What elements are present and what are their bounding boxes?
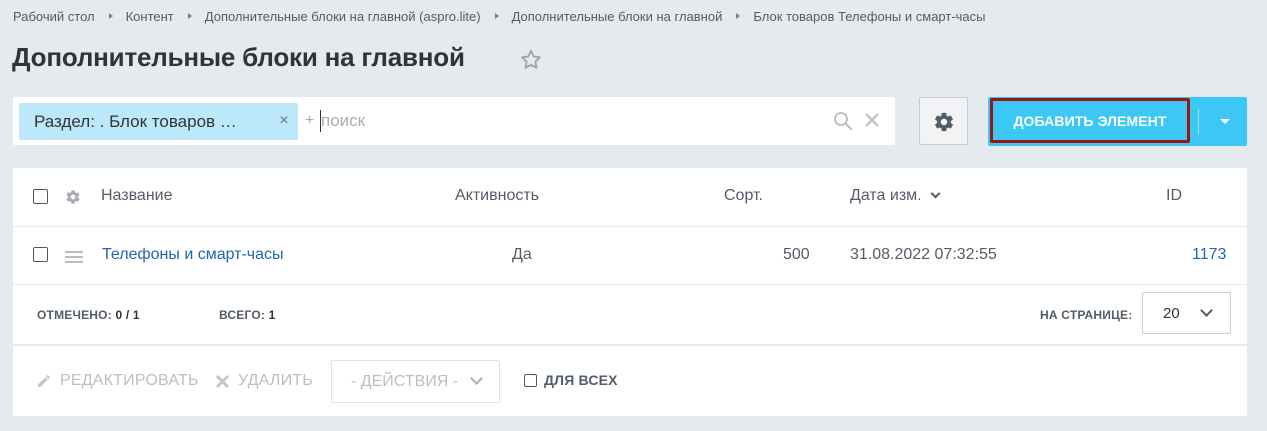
column-header-name[interactable]: Название (101, 187, 173, 205)
row-checkbox[interactable] (33, 247, 48, 262)
elements-grid: Название Активность Сорт. Дата изм. ID Т… (13, 168, 1247, 416)
add-element-menu-button[interactable] (1210, 98, 1247, 144)
column-header-active[interactable]: Активность (455, 187, 539, 205)
selected-counter: ОТМЕЧЕНО: 0 / 1 (37, 308, 140, 322)
drag-handle-icon[interactable] (65, 250, 83, 263)
chevron-down-icon (470, 372, 483, 385)
total-counter: ВСЕГО: 1 (219, 308, 275, 322)
sort-chevron-down-icon (930, 188, 941, 199)
add-filter-plus[interactable]: + (305, 112, 314, 130)
grid-header-row: Название Активность Сорт. Дата изм. ID (13, 168, 1247, 227)
select-all-checkbox[interactable] (33, 189, 48, 204)
breadcrumb-separator-icon (187, 13, 192, 19)
row-id-link[interactable]: 1173 (1192, 246, 1226, 264)
selected-counter-label: ОТМЕЧЕНО: (37, 308, 112, 322)
filter-search-bar[interactable]: Раздел: . Блок товаров … × + (13, 97, 895, 145)
search-input[interactable] (321, 109, 801, 133)
breadcrumb-item-iblock-type[interactable]: Дополнительные блоки на главной (aspro.l… (205, 9, 481, 24)
breadcrumb-item-iblock[interactable]: Дополнительные блоки на главной (512, 9, 723, 24)
edit-button-label: РЕДАКТИРОВАТЬ (60, 372, 199, 389)
selected-counter-value: 0 / 1 (115, 308, 140, 322)
row-name-link[interactable]: Телефоны и смарт-часы (102, 246, 284, 264)
group-actions-placeholder: - ДЕЙСТВИЯ - (351, 373, 459, 390)
breadcrumb: Рабочий стол Контент Дополнительные блок… (13, 7, 986, 25)
edit-button[interactable]: РЕДАКТИРОВАТЬ (36, 372, 199, 390)
breadcrumb-item-desktop[interactable]: Рабочий стол (13, 9, 95, 24)
breadcrumb-separator-icon (108, 13, 113, 19)
column-header-date-label: Дата изм. (850, 187, 922, 204)
breadcrumb-item-section[interactable]: Блок товаров Телефоны и смарт-часы (753, 9, 985, 24)
search-icon[interactable] (833, 111, 853, 131)
breadcrumb-item-content[interactable]: Контент (126, 9, 174, 24)
delete-button-label: УДАЛИТЬ (238, 372, 313, 389)
star-icon[interactable] (519, 48, 543, 72)
page-size-value: 20 (1163, 305, 1180, 322)
settings-button[interactable] (919, 97, 968, 145)
column-settings-gear-icon[interactable] (65, 189, 81, 205)
group-actions-select[interactable]: - ДЕЙСТВИЯ - (331, 360, 500, 403)
filter-chip-section[interactable]: Раздел: . Блок товаров … × (19, 103, 298, 140)
page-size-select[interactable]: 20 (1142, 292, 1231, 334)
column-header-date[interactable]: Дата изм. (850, 187, 941, 205)
per-page-label: НА СТРАНИЦЕ: (1040, 308, 1133, 322)
row-sort: 500 (783, 246, 810, 263)
chip-close-icon[interactable]: × (277, 113, 291, 129)
cross-icon (215, 374, 230, 388)
column-header-sort[interactable]: Сорт. (724, 187, 763, 205)
page-title: Дополнительные блоки на главной (12, 42, 465, 72)
text-caret (320, 110, 321, 132)
grid-footer: ОТМЕЧЕНО: 0 / 1 ВСЕГО: 1 НА СТРАНИЦЕ: 20 (13, 285, 1247, 345)
add-element-button[interactable]: ДОБАВИТЬ ЭЛЕМЕНТ (990, 98, 1190, 143)
delete-button[interactable]: УДАЛИТЬ (215, 372, 313, 390)
chevron-down-icon (1220, 119, 1230, 124)
split-divider (1198, 109, 1199, 134)
clear-icon[interactable] (864, 112, 880, 128)
total-counter-value: 1 (268, 308, 276, 322)
for-all-checkbox[interactable] (524, 374, 537, 387)
breadcrumb-separator-icon (736, 13, 741, 19)
for-all-label[interactable]: ДЛЯ ВСЕХ (544, 372, 618, 388)
breadcrumb-separator-icon (494, 13, 499, 19)
column-header-id[interactable]: ID (1166, 187, 1182, 205)
filter-chip-label: Раздел: . Блок товаров … (34, 111, 237, 131)
add-element-split-button: ДОБАВИТЬ ЭЛЕМЕНТ (988, 97, 1247, 146)
group-actions-panel: РЕДАКТИРОВАТЬ УДАЛИТЬ - ДЕЙСТВИЯ - ДЛЯ В… (13, 345, 1247, 416)
chevron-down-icon (1200, 304, 1213, 317)
row-active: Да (512, 246, 532, 263)
total-counter-label: ВСЕГО: (219, 308, 266, 322)
row-date: 31.08.2022 07:32:55 (850, 246, 997, 263)
pencil-icon (38, 375, 50, 387)
table-row[interactable]: Телефоны и смарт-часы Да 500 31.08.2022 … (13, 227, 1247, 285)
